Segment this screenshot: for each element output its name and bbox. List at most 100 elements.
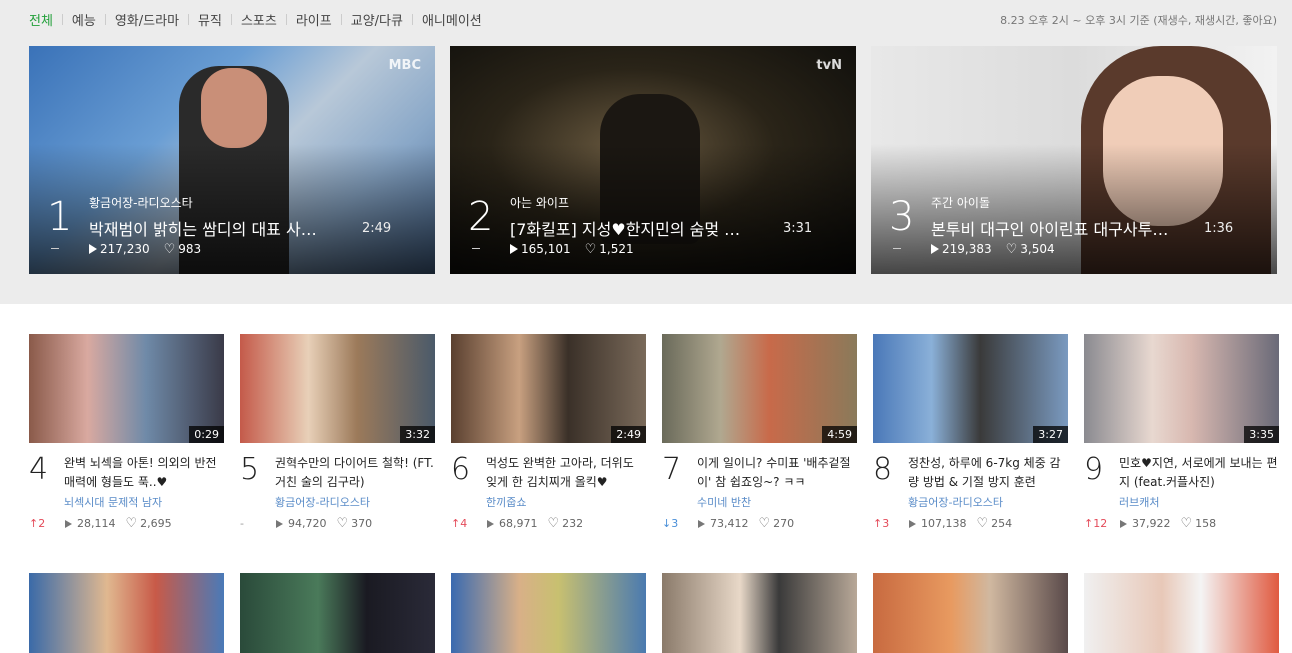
- hero-video-3[interactable]: 3 주간 아이돌 본투비 대구인 아이린표 대구사투… 1:36 219,383…: [871, 46, 1277, 274]
- video-duration: 2:49: [611, 426, 646, 443]
- like-count: ♡ 158: [1180, 516, 1217, 531]
- hero-video-1[interactable]: MBC 1 황금어장-라디오스타 박재범이 밝히는 쌈디의 대표 사… 2:49…: [29, 46, 435, 274]
- play-count: 94,720: [276, 517, 327, 530]
- like-count: ♡ 370: [336, 516, 373, 531]
- video-duration: 2:49: [362, 221, 392, 236]
- video-card-12[interactable]: [451, 573, 646, 653]
- program-name[interactable]: 한끼줍쇼: [486, 494, 526, 510]
- video-card-5[interactable]: 3:32 5 권혁수만의 다이어트 철학! (FT. 거친 술의 김구라) 황금…: [240, 334, 435, 530]
- heart-icon: ♡: [336, 516, 349, 531]
- rank-number: 3: [889, 194, 915, 240]
- video-title[interactable]: [7화킬포] 지성♥한지민의 숨멎 …: [510, 216, 770, 240]
- video-stats: ↑3 107,138 ♡ 254: [873, 517, 1012, 530]
- program-name[interactable]: 아는 와이프: [510, 194, 569, 211]
- rank-change: ↓3: [662, 517, 679, 530]
- category-tab-music[interactable]: 뮤직: [198, 10, 222, 29]
- heart-icon: ♡: [1180, 516, 1193, 531]
- category-tab-entertainment[interactable]: 예능: [72, 10, 96, 29]
- video-title[interactable]: 박재범이 밝히는 쌈디의 대표 사…: [89, 216, 349, 240]
- video-duration: 4:59: [822, 426, 857, 443]
- video-stats: 165,101 ♡ 1,521: [510, 242, 634, 256]
- heart-icon: ♡: [1005, 241, 1018, 257]
- video-card-6[interactable]: 2:49 6 먹성도 완벽한 고아라, 더위도 잊게 한 김치찌개 올킥♥ 한끼…: [451, 334, 646, 530]
- category-tab-culture-docu[interactable]: 교양/다큐: [351, 10, 403, 29]
- video-stats: - 94,720 ♡ 370: [240, 517, 372, 530]
- rank-change: -: [240, 517, 244, 530]
- video-title[interactable]: 먹성도 완벽한 고아라, 더위도 잊게 한 김치찌개 올킥♥: [486, 454, 648, 492]
- video-stats: ↑2 28,114 ♡ 2,695: [29, 517, 172, 530]
- video-thumbnail[interactable]: 3:27: [873, 334, 1068, 443]
- program-name[interactable]: 황금어장-라디오스타: [89, 194, 193, 211]
- play-icon: [931, 244, 939, 254]
- rank-number: 7: [662, 452, 682, 487]
- category-nav: 전체 예능 영화/드라마 뮤직 스포츠 라이프 교양/다큐 애니메이션: [29, 10, 482, 29]
- program-name[interactable]: 뇌섹시대 문제적 남자: [64, 494, 162, 510]
- video-card-8[interactable]: 3:27 8 정찬성, 하루에 6-7kg 체중 감량 방법 & 기절 방지 훈…: [873, 334, 1068, 530]
- like-count: ♡ 3,504: [1005, 241, 1055, 257]
- video-thumbnail[interactable]: [873, 573, 1068, 653]
- video-title[interactable]: 권혁수만의 다이어트 철학! (FT. 거친 술의 김구라): [275, 454, 437, 492]
- video-title[interactable]: 완벽 뇌섹을 아톤! 의외의 반전 매력에 형들도 푹..♥: [64, 454, 226, 492]
- video-title[interactable]: 민호♥지연, 서로에게 보내는 편지 (feat.커플사진): [1119, 454, 1281, 492]
- like-count: ♡ 270: [758, 516, 795, 531]
- category-tab-all[interactable]: 전체: [29, 10, 53, 29]
- video-stats: ↓3 73,412 ♡ 270: [662, 517, 794, 530]
- rank-number: 5: [240, 452, 260, 487]
- video-card-14[interactable]: [873, 573, 1068, 653]
- play-icon: [1120, 519, 1127, 528]
- rank-number: 9: [1084, 452, 1104, 487]
- divider: [61, 14, 63, 25]
- video-duration: 3:31: [783, 221, 813, 236]
- video-card-15[interactable]: [1084, 573, 1279, 653]
- video-thumbnail[interactable]: [451, 573, 646, 653]
- video-thumbnail[interactable]: [1084, 573, 1279, 653]
- video-title[interactable]: 정찬성, 하루에 6-7kg 체중 감량 방법 & 기절 방지 훈련: [908, 454, 1070, 492]
- divider: [340, 14, 342, 25]
- video-title[interactable]: 본투비 대구인 아이린표 대구사투…: [931, 216, 1191, 240]
- video-thumbnail[interactable]: 3:35: [1084, 334, 1279, 443]
- video-thumbnail[interactable]: 4:59: [662, 334, 857, 443]
- rank-change: ↑3: [873, 517, 890, 530]
- thumbnail-figure: [201, 68, 267, 148]
- hero-video-2[interactable]: tvN 2 아는 와이프 [7화킬포] 지성♥한지민의 숨멎 … 3:31 16…: [450, 46, 856, 274]
- rank-change: ↑12: [1084, 517, 1108, 530]
- heart-icon: ♡: [976, 516, 989, 531]
- program-name[interactable]: 황금어장-라디오스타: [908, 494, 1003, 510]
- program-name[interactable]: 주간 아이돌: [931, 194, 990, 211]
- video-thumbnail[interactable]: 3:32: [240, 334, 435, 443]
- video-card-4[interactable]: 0:29 4 완벽 뇌섹을 아톤! 의외의 반전 매력에 형들도 푹..♥ 뇌섹…: [29, 334, 224, 530]
- video-thumbnail[interactable]: [29, 573, 224, 653]
- divider: [188, 14, 190, 25]
- play-icon: [276, 519, 283, 528]
- play-count: 28,114: [65, 517, 116, 530]
- video-title[interactable]: 이게 일이니? 수미표 '배추겉절이' 참 쉽죠잉~? ㅋㅋ: [697, 454, 859, 492]
- video-thumbnail[interactable]: 0:29: [29, 334, 224, 443]
- video-thumbnail[interactable]: [662, 573, 857, 653]
- program-name[interactable]: 러브캐처: [1119, 494, 1159, 510]
- video-thumbnail[interactable]: [240, 573, 435, 653]
- divider: [104, 14, 106, 25]
- play-count: 217,230: [89, 242, 150, 256]
- video-card-10[interactable]: [29, 573, 224, 653]
- category-tab-movie-drama[interactable]: 영화/드라마: [115, 10, 179, 29]
- video-thumbnail[interactable]: 2:49: [451, 334, 646, 443]
- video-card-11[interactable]: [240, 573, 435, 653]
- category-tab-life[interactable]: 라이프: [296, 10, 332, 29]
- video-card-9[interactable]: 3:35 9 민호♥지연, 서로에게 보내는 편지 (feat.커플사진) 러브…: [1084, 334, 1279, 530]
- rank-change-none: [51, 248, 59, 249]
- heart-icon: ♡: [584, 241, 597, 257]
- category-tab-sports[interactable]: 스포츠: [241, 10, 277, 29]
- program-name[interactable]: 황금어장-라디오스타: [275, 494, 370, 510]
- play-count: 165,101: [510, 242, 571, 256]
- play-count: 107,138: [909, 517, 967, 530]
- play-count: 68,971: [487, 517, 538, 530]
- video-card-7[interactable]: 4:59 7 이게 일이니? 수미표 '배추겉절이' 참 쉽죠잉~? ㅋㅋ 수미…: [662, 334, 857, 530]
- video-card-13[interactable]: [662, 573, 857, 653]
- video-duration: 3:27: [1033, 426, 1068, 443]
- play-count: 219,383: [931, 242, 992, 256]
- rank-number: 2: [468, 194, 494, 240]
- program-name[interactable]: 수미네 반찬: [697, 494, 751, 510]
- rank-number: 4: [29, 452, 49, 487]
- category-tab-animation[interactable]: 애니메이션: [422, 10, 482, 29]
- broadcaster-logo: tvN: [816, 58, 842, 73]
